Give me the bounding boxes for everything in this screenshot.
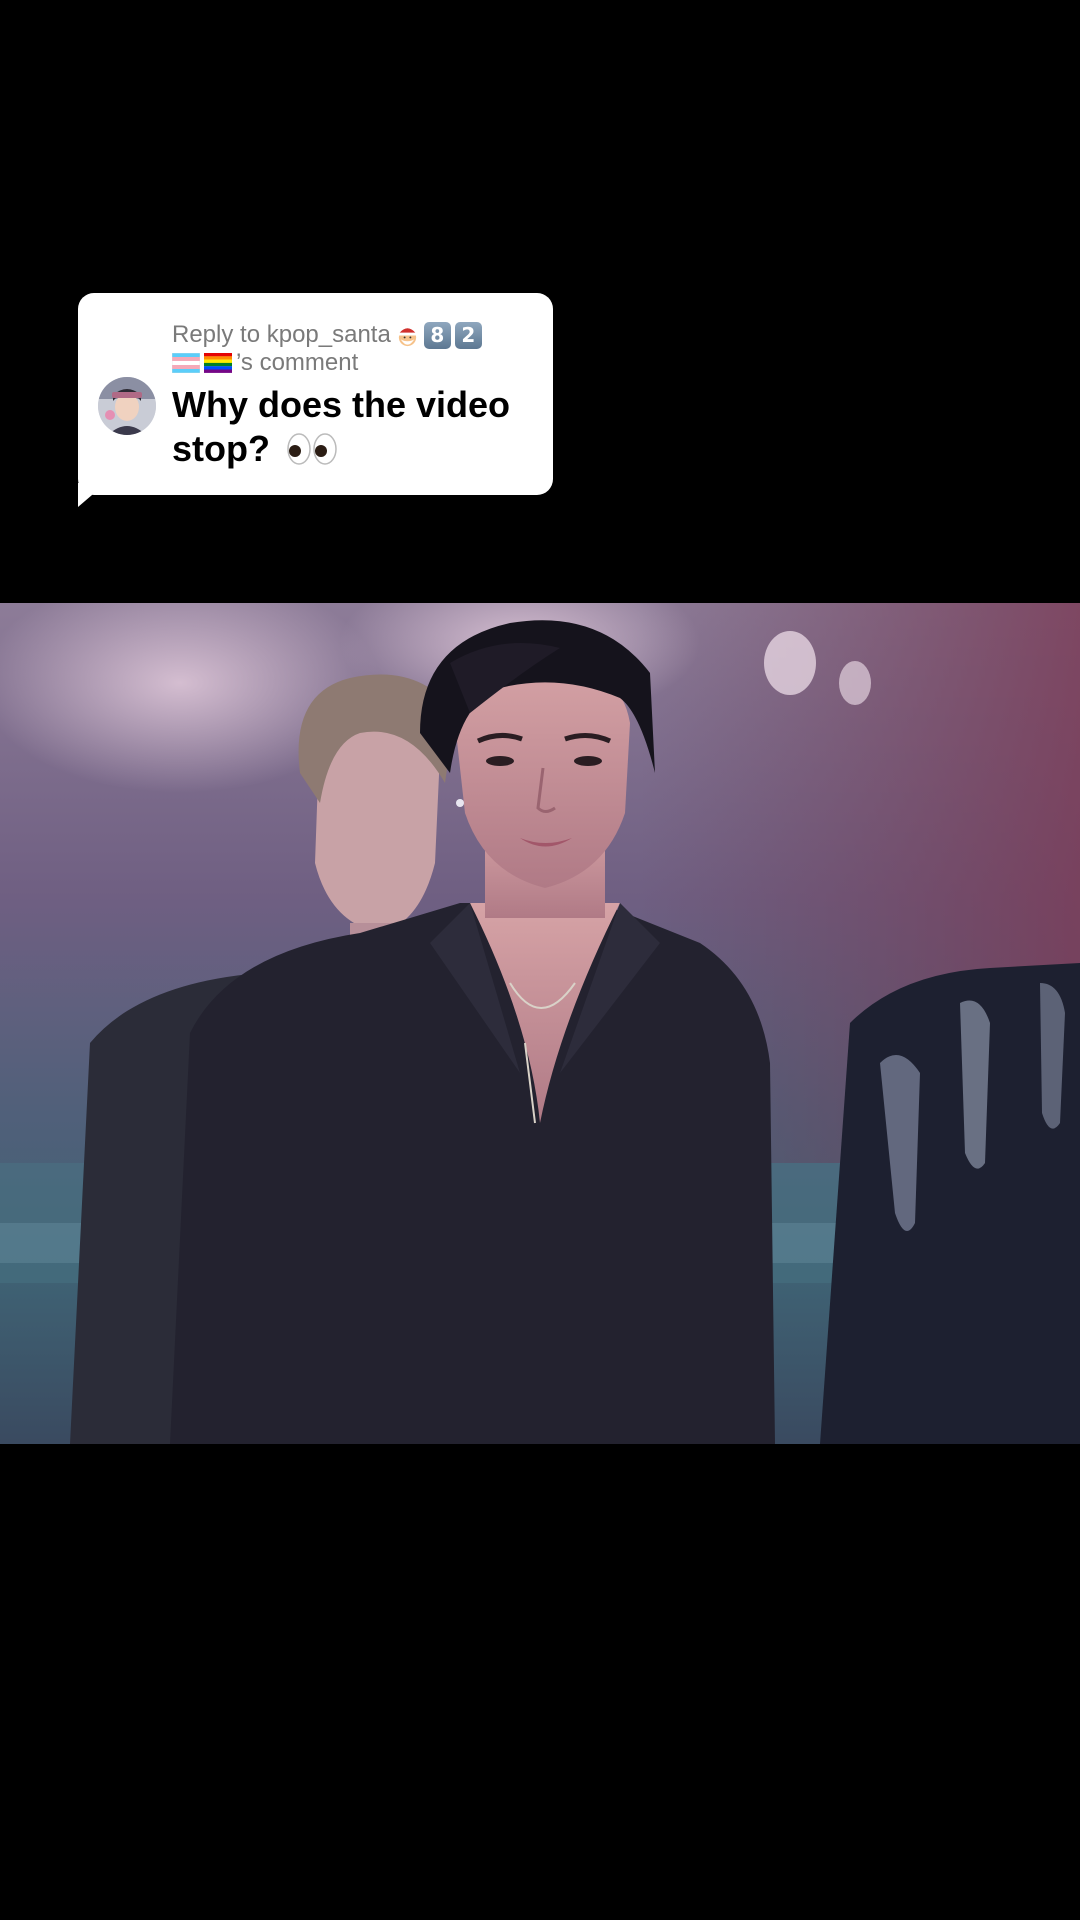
video-player[interactable] (0, 603, 1080, 1444)
keycap-2-icon: 2 (454, 321, 482, 349)
reply-comment-text: Why does the video stop? (172, 383, 542, 471)
reply-header: Reply to kpop_santa 8 2 ’s comment (172, 321, 532, 377)
video-frame-image (0, 603, 1080, 1444)
avatar[interactable] (98, 377, 156, 435)
comment-text: Why does the video stop? (172, 384, 511, 469)
transgender-flag-icon (172, 353, 200, 373)
reply-header-line-1: Reply to kpop_santa 8 2 (172, 321, 532, 349)
speech-bubble-tail (78, 483, 106, 507)
reply-suffix: ’s comment (236, 349, 359, 376)
santa-emoji-icon (397, 325, 419, 346)
avatar-image (98, 377, 156, 435)
rainbow-flag-icon (204, 353, 232, 373)
keycap-8-icon: 8 (423, 321, 451, 349)
reply-username[interactable]: kpop_santa (267, 321, 391, 349)
reply-comment-card[interactable]: Reply to kpop_santa 8 2 ’s comment Why d… (78, 293, 553, 507)
eyes-emoji-icon (287, 433, 337, 465)
reply-header-line-2: ’s comment (172, 349, 532, 377)
reply-prefix: Reply to (172, 321, 267, 348)
